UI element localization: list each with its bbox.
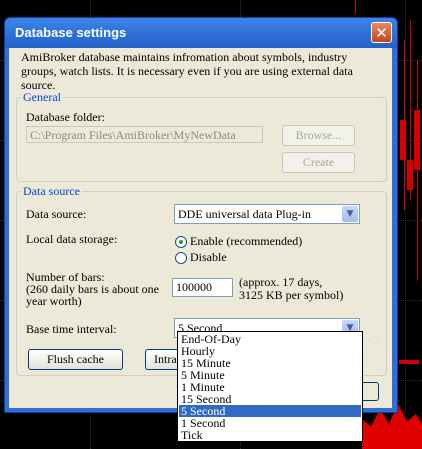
enable-radio[interactable] (175, 236, 187, 248)
enable-radio-label[interactable]: Enable (recommended) (190, 234, 302, 249)
browse-button[interactable]: Browse... (282, 125, 355, 146)
candle (414, 110, 420, 170)
radio-selected-dot (179, 240, 183, 244)
database-folder-field: C:\Program Files\AmiBroker\MyNewData (26, 126, 263, 143)
data-source-value: DDE universal data Plug-in (178, 207, 311, 221)
general-group: General Database folder: C:\Program File… (16, 90, 387, 182)
chevron-down-icon[interactable]: ▼ (342, 206, 358, 222)
candle (399, 360, 419, 364)
candle (417, 60, 418, 280)
disable-radio[interactable] (175, 252, 187, 264)
dropdown-option[interactable]: 1 Second (179, 417, 361, 429)
data-source-select[interactable]: DDE universal data Plug-in ▼ (174, 204, 360, 224)
window-title: Database settings (15, 25, 127, 40)
database-folder-label: Database folder: (26, 110, 105, 124)
intro-text: AmiBroker database maintains infromation… (21, 50, 353, 92)
close-icon: ✕ (375, 24, 388, 42)
bars-hint-2: year worth) (26, 294, 82, 308)
general-legend: General (21, 90, 63, 105)
flush-cache-button[interactable]: Flush cache (28, 349, 123, 370)
candle (400, 120, 406, 160)
local-storage-label: Local data storage: (26, 232, 118, 246)
close-button[interactable]: ✕ (371, 22, 392, 43)
base-interval-dropdown-list: End-Of-Day Hourly 15 Minute 5 Minute 1 M… (177, 331, 363, 442)
ok-button[interactable] (361, 382, 379, 401)
star-icon[interactable]: ☆ (366, 330, 382, 351)
create-button[interactable]: Create (282, 152, 355, 173)
data-source-label: Data source: (26, 207, 87, 221)
dropdown-option[interactable]: Tick (179, 429, 361, 441)
title-bar[interactable]: Database settings ✕ (5, 18, 397, 48)
data-source-legend: Data source (21, 184, 82, 199)
base-interval-label: Base time interval: (26, 322, 117, 336)
candle (407, 160, 413, 190)
candle (355, 0, 356, 14)
grid-line (405, 0, 406, 449)
bars-note-2: 3125 KB per symbol) (239, 288, 344, 302)
bars-input[interactable]: 100000 (172, 278, 233, 297)
disable-radio-label[interactable]: Disable (190, 250, 227, 265)
